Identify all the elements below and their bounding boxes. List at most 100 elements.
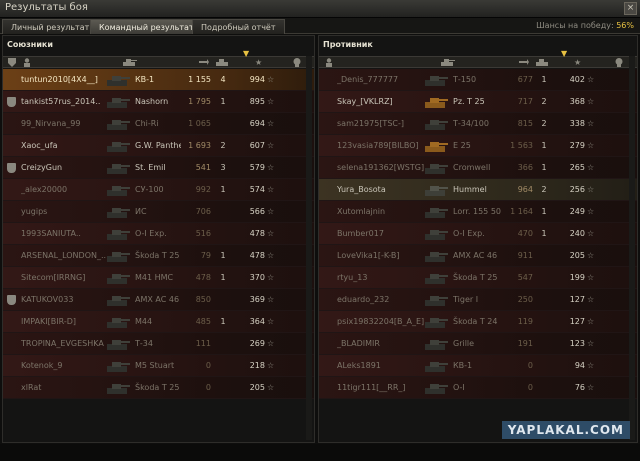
player-name: _alex20000 <box>21 185 68 194</box>
tab-team-result[interactable]: Командный результат <box>90 19 203 34</box>
tank-icon <box>105 71 131 89</box>
tank-name: Т-150 <box>453 75 477 84</box>
player-name: psix19832204[B_A_E] <box>337 317 425 326</box>
tab-personal-result[interactable]: Личный результат <box>2 19 99 34</box>
list-item[interactable]: _Denis_777777 Т-150 677 1 402 ☆ <box>319 69 637 91</box>
player-name: xlRat <box>21 383 42 392</box>
list-item[interactable]: 11tigr111[__RR_] O-I 0 76 ☆ <box>319 377 637 399</box>
damage-value: 850 <box>195 295 211 304</box>
list-item[interactable]: ALeks1891 КВ-1 0 94 ☆ <box>319 355 637 377</box>
list-item[interactable]: 99_Nirvana_99 Chi-Ri 1 065 694 ☆ <box>3 113 314 135</box>
list-item[interactable]: eduardo_232 Tiger I 250 127 ☆ <box>319 289 637 311</box>
frags-value: 1 <box>541 75 547 84</box>
allies-title: Союзники <box>7 40 53 49</box>
star-icon: ☆ <box>587 361 595 370</box>
frags-icon[interactable] <box>536 58 550 69</box>
tank-name: Cromwell <box>453 163 491 172</box>
tank-name: AMX AC 46 <box>135 295 180 304</box>
tank-name: M41 HMC <box>135 273 174 282</box>
tank-icon <box>105 247 131 265</box>
list-item[interactable]: 123vasia789[BILBO] E 25 1 563 1 279 ☆ <box>319 135 637 157</box>
tank-icon[interactable] <box>123 58 137 69</box>
tab-detailed-report[interactable]: Подробный отчёт <box>192 19 285 34</box>
win-chance: Шансы на победу: 56% <box>536 21 634 30</box>
star-icon: ☆ <box>587 141 595 150</box>
close-button[interactable]: × <box>624 2 637 15</box>
frags-value: 1 <box>541 229 547 238</box>
list-item[interactable]: selena191362[WSTG] Cromwell 366 1 265 ☆ <box>319 157 637 179</box>
star-icon: ☆ <box>587 75 595 84</box>
frags-value: 1 <box>541 163 547 172</box>
star-icon: ☆ <box>587 119 595 128</box>
player-name: Xaoc_ufa <box>21 141 58 150</box>
xp-column-icon[interactable]: ★ <box>255 58 262 68</box>
star-icon: ☆ <box>267 185 275 194</box>
player-name: tankist57rus_2014.. <box>21 97 101 106</box>
player-name: Xutomlajnin <box>337 207 386 216</box>
list-item[interactable]: sam21975[TSC-] Т-34/100 815 2 338 ☆ <box>319 113 637 135</box>
star-icon: ☆ <box>587 317 595 326</box>
list-item[interactable]: _BLADIMIR Grille 191 123 ☆ <box>319 333 637 355</box>
xp-value: 369 <box>249 295 265 304</box>
squad-badge-icon <box>7 163 16 173</box>
tank-name: Pz. T 25 <box>453 97 485 106</box>
tank-icon <box>423 203 449 221</box>
list-item[interactable]: rtyu_13 Škoda T 25 547 199 ☆ <box>319 267 637 289</box>
player-name: CreizyGun <box>21 163 63 172</box>
tank-icon <box>423 313 449 331</box>
list-item[interactable]: Skay_[VKLRZ] Pz. T 25 717 2 368 ☆ <box>319 91 637 113</box>
list-item[interactable]: xlRat Škoda T 25 0 205 ☆ <box>3 377 314 399</box>
tank-name: St. Emil <box>135 163 166 172</box>
xp-value: 478 <box>249 229 265 238</box>
tank-icon <box>105 357 131 375</box>
list-item[interactable]: _alex20000 СУ-100 992 1 574 ☆ <box>3 179 314 201</box>
list-item[interactable]: Yura_Bosota Hummel 964 2 256 ☆ <box>319 179 637 201</box>
list-item[interactable]: Bumber017 O-I Exp. 470 1 240 ☆ <box>319 223 637 245</box>
list-item[interactable]: TROPINA_EVGESHKA Т-34 111 269 ☆ <box>3 333 314 355</box>
player-name: tuntun2010[4X4__] <box>21 75 98 84</box>
xp-value: 249 <box>569 207 585 216</box>
list-item[interactable]: CreizyGun St. Emil 541 3 579 ☆ <box>3 157 314 179</box>
enemies-column-header: ▼ ★ <box>319 49 637 69</box>
list-item[interactable]: KATUKOV033 AMX AC 46 850 369 ☆ <box>3 289 314 311</box>
tank-name: Chi-Ri <box>135 119 159 128</box>
xp-value: 199 <box>569 273 585 282</box>
player-name: 11tigr111[__RR_] <box>337 383 406 392</box>
list-item[interactable]: ARSENAL_LONDON_.. Škoda T 25 79 1 478 ☆ <box>3 245 314 267</box>
list-item[interactable]: LoveVika1[-K-B] AMX AC 46 911 205 ☆ <box>319 245 637 267</box>
tank-name: КВ-1 <box>135 75 155 84</box>
frags-icon[interactable] <box>216 58 230 69</box>
list-item[interactable]: Xutomlajnin Lorr. 155 50 1 164 1 249 ☆ <box>319 201 637 223</box>
list-item[interactable]: tuntun2010[4X4__] КВ-1 1 155 4 994 ☆ <box>3 69 314 91</box>
list-item[interactable]: IMPAKI[BIR-D] M44 485 1 364 ☆ <box>3 311 314 333</box>
tank-icon <box>423 71 449 89</box>
tank-icon[interactable] <box>441 58 455 69</box>
xp-value: 895 <box>249 97 265 106</box>
tank-name: Grille <box>453 339 475 348</box>
list-item[interactable]: Kotenok_9 M5 Stuart 0 218 ☆ <box>3 355 314 377</box>
enemies-scrollbar[interactable] <box>629 56 635 440</box>
enemies-panel: Противник ▼ ★ _Denis_777777 Т-150 677 1 … <box>318 35 638 443</box>
allies-scrollbar[interactable] <box>306 56 312 440</box>
list-item[interactable]: Xaoc_ufa G.W. Panther 1 693 2 607 ☆ <box>3 135 314 157</box>
damage-value: 1 155 <box>188 75 211 84</box>
tank-icon <box>105 291 131 309</box>
player-name: rtyu_13 <box>337 273 368 282</box>
damage-icon[interactable] <box>199 58 209 69</box>
xp-value: 265 <box>569 163 585 172</box>
player-name: TROPINA_EVGESHKA <box>21 339 104 348</box>
player-name: sam21975[TSC-] <box>337 119 404 128</box>
damage-icon[interactable] <box>519 58 529 69</box>
tank-icon <box>423 137 449 155</box>
star-icon: ☆ <box>587 229 595 238</box>
list-item[interactable]: 1993SANIUTA.. O-I Exp. 516 478 ☆ <box>3 223 314 245</box>
list-item[interactable]: psix19832204[B_A_E] Škoda T 24 119 127 ☆ <box>319 311 637 333</box>
allies-list: tuntun2010[4X4__] КВ-1 1 155 4 994 ☆ tan… <box>3 69 314 399</box>
list-item[interactable]: tankist57rus_2014.. Nashorn 1 795 1 895 … <box>3 91 314 113</box>
list-item[interactable]: Sitecom[IRRNG] M41 HMC 478 1 370 ☆ <box>3 267 314 289</box>
tank-icon <box>423 291 449 309</box>
damage-value: 1 563 <box>510 141 533 150</box>
xp-column-icon[interactable]: ★ <box>574 58 581 68</box>
list-item[interactable]: yugips ИС 706 566 ☆ <box>3 201 314 223</box>
damage-value: 677 <box>517 75 533 84</box>
